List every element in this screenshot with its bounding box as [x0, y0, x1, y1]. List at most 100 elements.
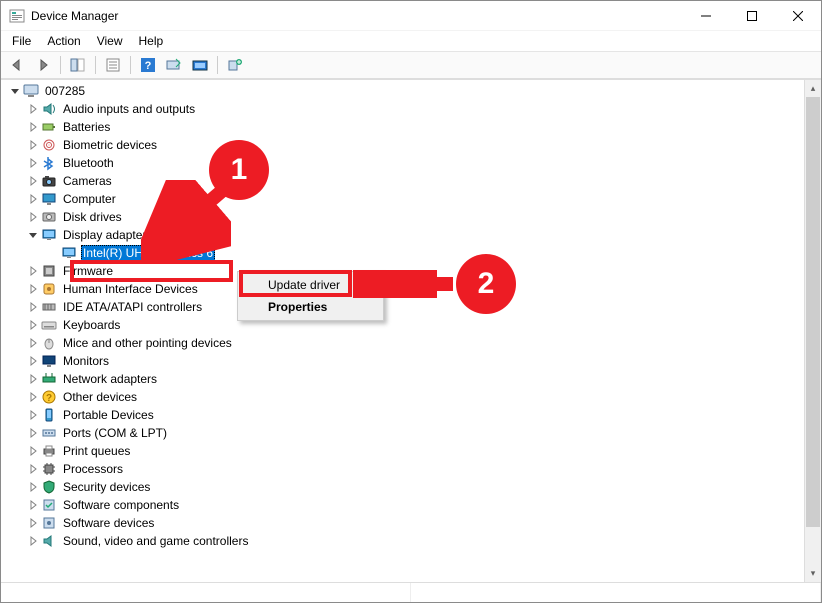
network-icon — [41, 371, 57, 387]
scroll-down-button[interactable]: ▾ — [805, 565, 821, 582]
scroll-thumb[interactable] — [806, 97, 820, 527]
tree-category-label: Firmware — [61, 264, 115, 278]
tree-category-label: Disk drives — [61, 210, 124, 224]
toolbar-separator — [130, 56, 131, 74]
menu-file[interactable]: File — [5, 33, 38, 49]
tree-category[interactable]: Keyboards — [5, 316, 804, 334]
tree-root[interactable]: 007285 — [5, 82, 804, 100]
ctx-update-driver[interactable]: Update driver — [240, 274, 381, 296]
app-icon — [9, 8, 25, 24]
tree-category[interactable]: Print queues — [5, 442, 804, 460]
display-icon — [61, 245, 77, 261]
tree-twisty-closed-icon[interactable] — [25, 464, 41, 474]
tree-twisty-closed-icon[interactable] — [25, 338, 41, 348]
tree-category[interactable]: Display adapters — [5, 226, 804, 244]
tree-twisty-closed-icon[interactable] — [25, 176, 41, 186]
show-hidden-button[interactable] — [66, 54, 90, 76]
tree-category[interactable]: Ports (COM & LPT) — [5, 424, 804, 442]
tree-category[interactable]: Disk drives — [5, 208, 804, 226]
tree-twisty-closed-icon[interactable] — [25, 446, 41, 456]
properties-button[interactable] — [101, 54, 125, 76]
scan-hardware-button[interactable] — [162, 54, 186, 76]
tree-twisty-closed-icon[interactable] — [25, 194, 41, 204]
tree-twisty-closed-icon[interactable] — [25, 356, 41, 366]
tree-twisty-closed-icon[interactable] — [25, 482, 41, 492]
tree-category-label: Other devices — [61, 390, 139, 404]
tree-category-label: Computer — [61, 192, 118, 206]
update-driver-button[interactable] — [188, 54, 212, 76]
port-icon — [41, 425, 57, 441]
tree-category[interactable]: Bluetooth — [5, 154, 804, 172]
tree-category-label: Biometric devices — [61, 138, 159, 152]
tree-twisty-closed-icon[interactable] — [25, 104, 41, 114]
maximize-button[interactable] — [729, 1, 775, 31]
tree-category-label: Software components — [61, 498, 181, 512]
computer-icon — [41, 191, 57, 207]
tree-twisty-closed-icon[interactable] — [25, 140, 41, 150]
ctx-properties[interactable]: Properties — [240, 296, 381, 318]
tree-twisty-closed-icon[interactable] — [25, 518, 41, 528]
tree-category[interactable]: Human Interface Devices — [5, 280, 804, 298]
tree-twisty-open-icon[interactable] — [7, 86, 23, 96]
tree-category[interactable]: ? Other devices — [5, 388, 804, 406]
tree-category[interactable]: Sound, video and game controllers — [5, 532, 804, 550]
tree-category-label: Software devices — [61, 516, 156, 530]
tree-category[interactable]: Audio inputs and outputs — [5, 100, 804, 118]
tree-twisty-closed-icon[interactable] — [25, 392, 41, 402]
tree-twisty-closed-icon[interactable] — [25, 374, 41, 384]
tree-category-label: Print queues — [61, 444, 132, 458]
status-cell — [1, 583, 411, 602]
tree-category[interactable]: Mice and other pointing devices — [5, 334, 804, 352]
biometric-icon — [41, 137, 57, 153]
tree-category[interactable]: Software components — [5, 496, 804, 514]
menu-view[interactable]: View — [90, 33, 130, 49]
device-tree[interactable]: 007285 Audio inputs and outputs Batterie… — [1, 80, 804, 582]
tree-twisty-closed-icon[interactable] — [25, 212, 41, 222]
tree-category[interactable]: Network adapters — [5, 370, 804, 388]
tree-category[interactable]: Cameras — [5, 172, 804, 190]
tree-category[interactable]: IDE ATA/ATAPI controllers — [5, 298, 804, 316]
audio-icon — [41, 101, 57, 117]
tree-twisty-closed-icon[interactable] — [25, 122, 41, 132]
tree-category[interactable]: Processors — [5, 460, 804, 478]
unknown-icon: ? — [41, 389, 57, 405]
nav-back-button[interactable] — [5, 54, 29, 76]
tree-category[interactable]: Firmware — [5, 262, 804, 280]
close-button[interactable] — [775, 1, 821, 31]
device-manager-window: Device Manager File Action View Help — [0, 0, 822, 603]
menu-help[interactable]: Help — [132, 33, 171, 49]
add-legacy-button[interactable] — [223, 54, 247, 76]
context-menu: Update driver Properties — [237, 271, 384, 321]
tree-twisty-closed-icon[interactable] — [25, 500, 41, 510]
tree-twisty-closed-icon[interactable] — [25, 302, 41, 312]
tree-category[interactable]: Biometric devices — [5, 136, 804, 154]
tree-category-label: Cameras — [61, 174, 114, 188]
nav-forward-button[interactable] — [31, 54, 55, 76]
tree-twisty-closed-icon[interactable] — [25, 266, 41, 276]
vertical-scrollbar[interactable]: ▴ ▾ — [804, 80, 821, 582]
tree-category[interactable]: Security devices — [5, 478, 804, 496]
minimize-button[interactable] — [683, 1, 729, 31]
toolbar-separator — [95, 56, 96, 74]
tree-device[interactable]: Intel(R) UHD Graphics 6 — [5, 244, 804, 262]
tree-twisty-closed-icon[interactable] — [25, 320, 41, 330]
tree-category[interactable]: Batteries — [5, 118, 804, 136]
window-controls — [683, 1, 821, 31]
ide-icon — [41, 299, 57, 315]
tree-twisty-closed-icon[interactable] — [25, 410, 41, 420]
tree-category-label: Monitors — [61, 354, 111, 368]
help-button[interactable]: ? — [136, 54, 160, 76]
tree-twisty-closed-icon[interactable] — [25, 428, 41, 438]
scroll-up-button[interactable]: ▴ — [805, 80, 821, 97]
menu-action[interactable]: Action — [40, 33, 87, 49]
tree-twisty-closed-icon[interactable] — [25, 158, 41, 168]
tree-category[interactable]: Portable Devices — [5, 406, 804, 424]
tree-category[interactable]: Software devices — [5, 514, 804, 532]
tree-twisty-closed-icon[interactable] — [25, 536, 41, 546]
tree-twisty-closed-icon[interactable] — [25, 284, 41, 294]
tree-category[interactable]: Monitors — [5, 352, 804, 370]
tree-twisty-open-icon[interactable] — [25, 230, 41, 240]
tree-category[interactable]: Computer — [5, 190, 804, 208]
disk-icon — [41, 209, 57, 225]
security-icon — [41, 479, 57, 495]
